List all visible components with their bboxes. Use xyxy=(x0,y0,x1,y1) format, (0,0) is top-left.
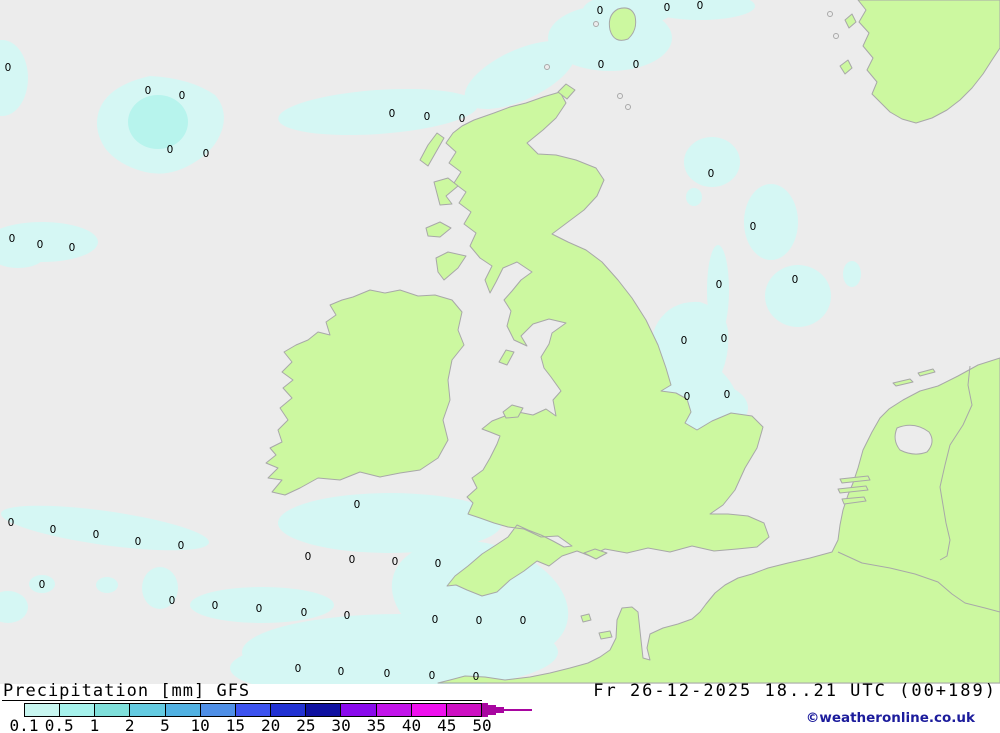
colorbar-label: 10 xyxy=(190,716,210,733)
precip-value-marker: 0 xyxy=(721,333,728,345)
colorbar-labels: 0.1 0.5 1 2 5 10 15 20 25 30 35 40 45 50 xyxy=(0,716,520,733)
precip-value-marker: 0 xyxy=(424,111,431,123)
precip-value-marker: 0 xyxy=(392,556,399,568)
precip-value-marker: 0 xyxy=(344,610,351,622)
precip-value-marker: 0 xyxy=(354,499,361,511)
precip-value-marker: 0 xyxy=(597,5,604,17)
precip-value-marker: 0 xyxy=(8,517,15,529)
copyright: ©weatheronline.co.uk xyxy=(805,710,975,726)
colorbar-segment xyxy=(341,704,377,716)
colorbar-label: 20 xyxy=(260,716,281,733)
colorbar-segment xyxy=(200,704,236,716)
legend-title: Precipitation [mm] GFS xyxy=(3,681,251,701)
precip-value-marker: 0 xyxy=(135,536,142,548)
colorbar-segment xyxy=(60,704,96,716)
precip-value-marker: 0 xyxy=(9,233,16,245)
precip-value-marker: 0 xyxy=(145,85,152,97)
precip-value-marker: 0 xyxy=(633,59,640,71)
precip-value-marker: 0 xyxy=(167,144,174,156)
precip-value-marker: 0 xyxy=(724,389,731,401)
land-orkney xyxy=(608,7,637,41)
colorbar-segment xyxy=(411,704,447,716)
colorbar-segment xyxy=(376,704,412,716)
precip-value-marker: 0 xyxy=(708,168,715,180)
precip-value-marker: 0 xyxy=(179,90,186,102)
colorbar-segment xyxy=(25,704,61,716)
precip-value-marker: 0 xyxy=(203,148,210,160)
colorbar-segment xyxy=(235,704,272,716)
colorbar-label: 50 xyxy=(472,716,492,733)
precip-value-marker: 0 xyxy=(750,221,757,233)
precip-value-marker: 0 xyxy=(459,113,466,125)
weather-map: 0 0 0 0 0 0 0 0 0 0 0 0 0 0 0 0 0 0 0 0 0 0 0 0 0 0 0 0 0 0 0 0 0 0 0 0 0 0 0 0… xyxy=(0,0,1000,684)
legend-rule xyxy=(2,700,482,701)
precip-value-marker: 0 xyxy=(697,0,704,12)
precip-value-marker: 0 xyxy=(598,59,605,71)
precip-value-marker: 0 xyxy=(349,554,356,566)
colorbar-label: 40 xyxy=(401,716,422,733)
precip-value-marker: 0 xyxy=(684,391,691,403)
precipitation-core xyxy=(128,95,188,149)
precip-value-marker: 0 xyxy=(432,614,439,626)
colorbar-segment xyxy=(130,704,166,716)
colorbar-label: 45 xyxy=(437,716,457,733)
precip-value-marker: 0 xyxy=(301,607,308,619)
forecast-datetime: Fr 26-12-2025 18..21 UTC (00+189) xyxy=(593,681,997,701)
precip-value-marker: 0 xyxy=(716,279,723,291)
precip-value-marker: 0 xyxy=(384,668,391,680)
precip-value-marker: 0 xyxy=(389,108,396,120)
precip-value-marker: 0 xyxy=(305,551,312,563)
precip-value-marker: 0 xyxy=(93,529,100,541)
colorbar-label: 0.5 xyxy=(44,716,74,733)
precip-value-marker: 0 xyxy=(476,615,483,627)
colorbar-label: 1 xyxy=(89,716,100,733)
weather-map-page: 0 0 0 0 0 0 0 0 0 0 0 0 0 0 0 0 0 0 0 0 0 0 0 0 0 0 0 0 0 0 0 0 0 0 0 0 0 0 0 0… xyxy=(0,0,1000,733)
colorbar-label: 30 xyxy=(331,716,351,733)
colorbar-segment xyxy=(446,704,482,716)
precip-value-marker: 0 xyxy=(169,595,176,607)
precip-value-marker: 0 xyxy=(435,558,442,570)
colorbar-label: 5 xyxy=(160,716,170,733)
precip-value-marker: 0 xyxy=(664,2,671,14)
precip-value-marker: 0 xyxy=(256,603,263,615)
precip-value-marker: 0 xyxy=(429,670,436,682)
colorbar-label: 2 xyxy=(124,716,135,733)
precip-value-marker: 0 xyxy=(212,600,219,612)
colorbar-segment xyxy=(271,704,307,716)
precip-value-marker: 0 xyxy=(5,62,12,74)
colorbar-label: 0.1 xyxy=(9,716,39,733)
precip-value-marker: 0 xyxy=(39,579,46,591)
precip-value-marker: 0 xyxy=(178,540,185,552)
precip-value-marker: 0 xyxy=(792,274,799,286)
precip-value-marker: 0 xyxy=(295,663,302,675)
precip-value-marker: 0 xyxy=(37,239,44,251)
colorbar-label: 25 xyxy=(296,716,316,733)
precip-value-marker: 0 xyxy=(50,524,57,536)
colorbar-label: 15 xyxy=(225,716,246,733)
precip-value-marker: 0 xyxy=(69,242,76,254)
colorbar-segment xyxy=(306,704,342,716)
precip-value-marker: 0 xyxy=(473,671,480,683)
colorbar-segment xyxy=(165,704,201,716)
precip-value-marker: 0 xyxy=(681,335,688,347)
precip-value-marker: 0 xyxy=(520,615,527,627)
colorbar-segment xyxy=(95,704,131,716)
precipitation-colorbar xyxy=(24,703,482,717)
colorbar-label: 35 xyxy=(366,716,386,733)
precip-value-marker: 0 xyxy=(338,666,345,678)
